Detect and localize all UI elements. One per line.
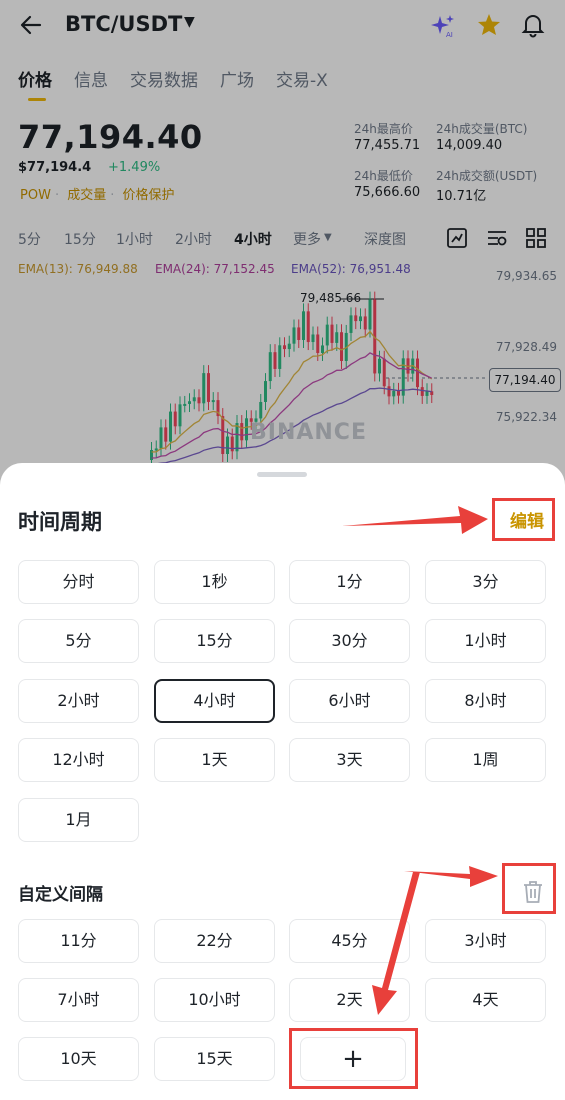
arrow-to-edit-icon bbox=[342, 506, 488, 534]
arrow-to-add-icon bbox=[372, 872, 420, 1015]
annotation-arrows bbox=[342, 506, 498, 1015]
